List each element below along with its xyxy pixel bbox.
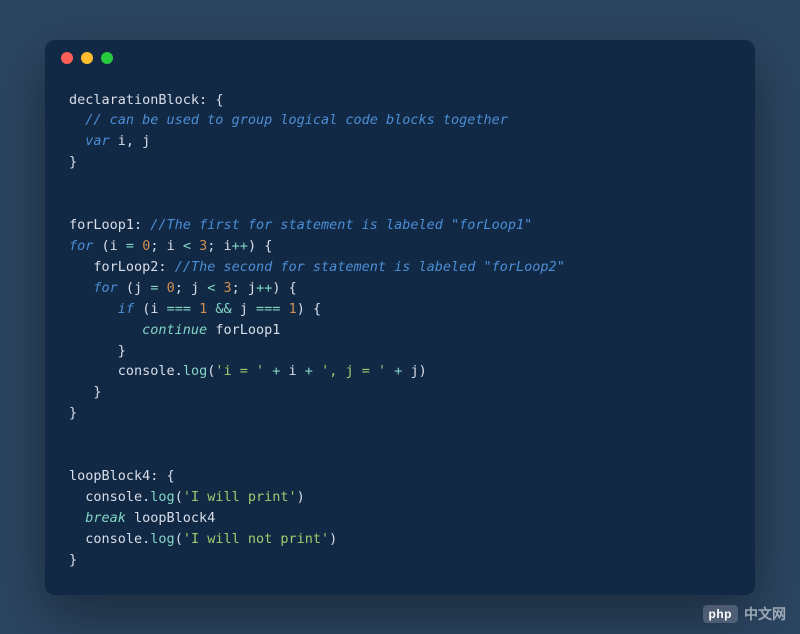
watermark-text: 中文网: [744, 604, 786, 624]
code-line: // can be used to group logical code blo…: [69, 112, 508, 128]
code-line: console.log('I will print'): [69, 489, 305, 505]
code-line: }: [69, 405, 77, 421]
window-titlebar: [45, 40, 755, 76]
code-line: continue forLoop1: [69, 322, 280, 338]
code-line: }: [69, 552, 77, 568]
watermark-badge: php: [703, 605, 739, 623]
code-line: forLoop2: //The second for statement is …: [69, 259, 565, 275]
code-line: declarationBlock: {: [69, 92, 223, 108]
code-line: }: [69, 384, 102, 400]
code-line: for (j = 0; j < 3; j++) {: [69, 280, 297, 296]
code-line: }: [69, 343, 126, 359]
code-line: }: [69, 154, 77, 170]
code-line: loopBlock4: {: [69, 468, 175, 484]
close-icon[interactable]: [61, 52, 73, 64]
code-line: forLoop1: //The first for statement is l…: [69, 217, 532, 233]
maximize-icon[interactable]: [101, 52, 113, 64]
code-line: if (i === 1 && j === 1) {: [69, 301, 321, 317]
code-line: console.log('I will not print'): [69, 531, 337, 547]
code-editor: declarationBlock: { // can be used to gr…: [45, 76, 755, 585]
code-line: console.log('i = ' + i + ', j = ' + j): [69, 363, 427, 379]
minimize-icon[interactable]: [81, 52, 93, 64]
code-line: var i, j: [69, 133, 150, 149]
code-line: for (i = 0; i < 3; i++) {: [69, 238, 272, 254]
code-window: declarationBlock: { // can be used to gr…: [45, 40, 755, 595]
code-line: break loopBlock4: [69, 510, 215, 526]
watermark: php 中文网: [703, 604, 787, 624]
